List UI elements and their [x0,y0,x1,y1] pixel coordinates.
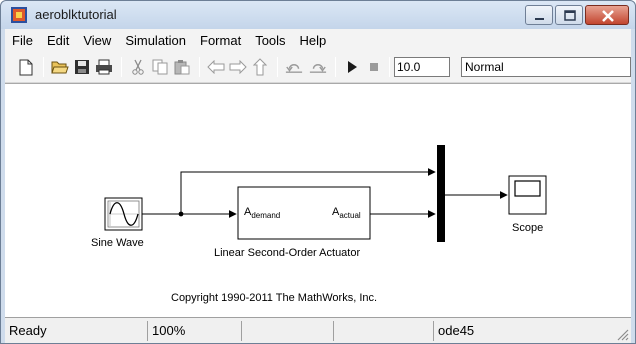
status-solver: ode45 [433,321,615,341]
output-port-label: Aactual [332,206,361,220]
close-button[interactable] [585,5,629,25]
title-bar[interactable]: aeroblktutorial [1,1,635,29]
undo-icon[interactable] [285,58,303,76]
copy-icon[interactable] [151,58,169,76]
start-simulation-icon[interactable] [343,58,361,76]
actuator-label: Linear Second-Order Actuator [214,247,361,259]
menu-help[interactable]: Help [293,33,334,48]
menu-file[interactable]: File [5,33,40,48]
menu-view[interactable]: View [76,33,118,48]
input-port-subscript: demand [251,211,281,221]
scope-label: Scope [512,222,544,234]
menu-tools[interactable]: Tools [248,33,292,48]
resize-grip-icon[interactable] [615,327,629,341]
paste-icon[interactable] [173,58,191,76]
simulation-mode-value: Normal [465,60,504,74]
output-port-subscript: actual [339,211,361,221]
block-diagram [104,145,547,242]
print-icon[interactable] [95,58,113,76]
toolbar-separator [121,57,122,77]
maximize-button[interactable] [555,5,583,25]
window-title: aeroblktutorial [35,7,117,22]
sine-wave-block[interactable] [104,197,143,231]
model-canvas[interactable]: Sine Wave Linear Second-Order Actuator S… [5,83,631,317]
toolbar: Normal [5,51,631,83]
minimize-button[interactable] [525,5,553,25]
status-blank-1 [241,321,333,341]
status-bar: Ready 100% ode45 [5,317,631,343]
status-state: Ready [9,323,47,338]
menu-edit[interactable]: Edit [40,33,76,48]
sine-wave-label: Sine Wave [91,237,144,249]
up-icon[interactable] [251,58,269,76]
toolbar-separator [389,57,390,77]
back-icon[interactable] [207,58,225,76]
stop-time-input[interactable] [394,57,450,77]
new-model-icon[interactable] [17,58,35,76]
toolbar-separator [335,57,336,77]
save-icon[interactable] [73,58,91,76]
menu-simulation[interactable]: Simulation [118,33,193,48]
forward-icon[interactable] [229,58,247,76]
stop-simulation-icon[interactable] [365,58,383,76]
menu-format[interactable]: Format [193,33,248,48]
toolbar-separator [199,57,200,77]
status-zoom: 100% [147,321,241,341]
cut-icon[interactable] [129,58,147,76]
redo-icon[interactable] [309,58,327,76]
copyright-text: Copyright 1990-2011 The MathWorks, Inc. [171,292,378,304]
open-icon[interactable] [51,58,69,76]
input-port-label: Ademand [244,206,280,220]
toolbar-separator [277,57,278,77]
toolbar-separator [43,57,44,77]
simulink-app-icon [11,7,27,23]
mux-block[interactable] [437,145,445,242]
simulink-window: aeroblktutorial File Edit View Simulatio… [0,0,636,344]
menu-bar: File Edit View Simulation Format Tools H… [5,29,631,51]
scope-block[interactable] [508,175,547,215]
status-blank-2 [333,321,433,341]
simulation-mode-select[interactable]: Normal [461,57,631,77]
